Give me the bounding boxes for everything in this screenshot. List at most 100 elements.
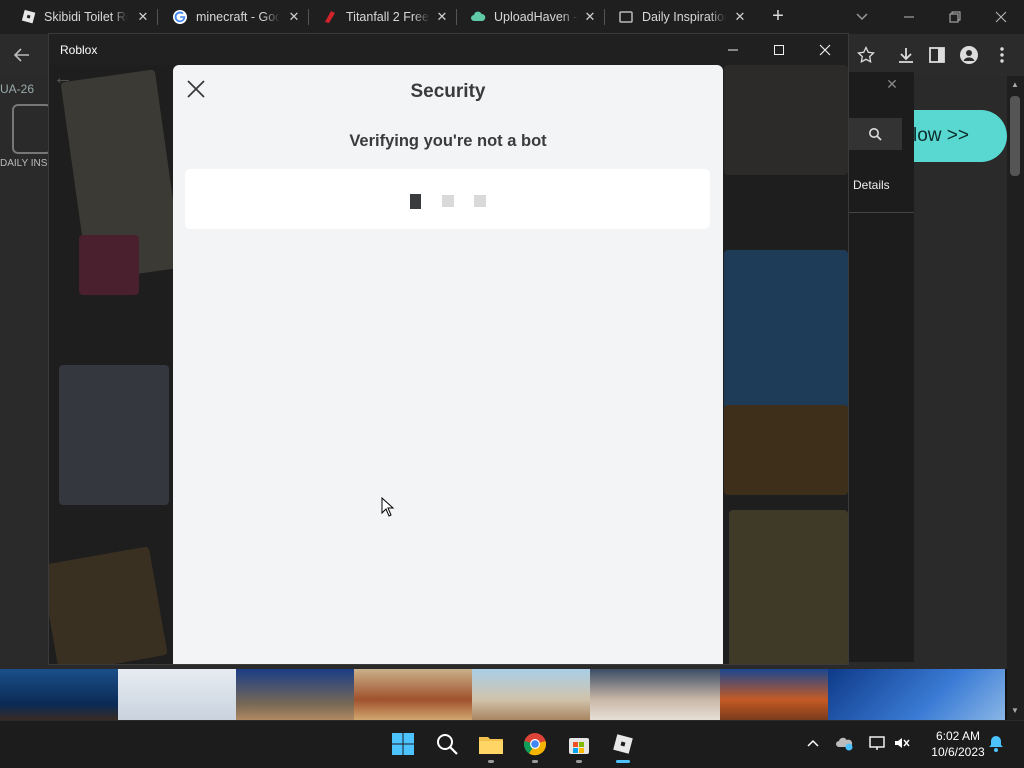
show-hidden-icons-button[interactable]	[804, 734, 822, 752]
folder-icon	[479, 737, 503, 754]
bookmark-button[interactable]	[855, 44, 877, 66]
side-panel-close-icon[interactable]: ✕	[884, 76, 900, 92]
onedrive-icon	[836, 737, 853, 751]
uploadhaven-icon	[471, 11, 486, 21]
tab-label: Daily Inspiration	[642, 10, 726, 24]
roblox-close-button[interactable]	[802, 34, 848, 65]
chevron-down-icon[interactable]	[852, 6, 872, 26]
network-icon	[869, 736, 885, 750]
loading-indicator-dot	[410, 194, 421, 209]
downloads-button[interactable]	[895, 44, 917, 66]
roblox-taskbar-button[interactable]	[610, 731, 636, 757]
divider	[848, 212, 914, 213]
clock-time: 6:02 AM	[935, 729, 981, 743]
side-panel	[848, 72, 914, 662]
scroll-up-icon[interactable]: ▲	[1010, 80, 1020, 90]
tab-label: UploadHaven -	[494, 10, 578, 24]
search-icon	[437, 734, 458, 755]
photo-thumbnail[interactable]	[720, 669, 828, 720]
background-art	[49, 546, 168, 664]
scroll-thumb[interactable]	[1010, 96, 1020, 176]
back-button[interactable]	[11, 44, 33, 66]
page-header-text: UA-26	[0, 82, 35, 96]
browser-tabstrip: Skibidi Toilet Ro ✕ minecraft - Goo ✕ Ti…	[0, 0, 1024, 34]
logo-icon	[12, 104, 52, 154]
volume-muted-icon	[895, 738, 910, 748]
profile-button[interactable]	[958, 44, 980, 66]
onedrive-button[interactable]	[836, 734, 854, 752]
more-vertical-icon	[1000, 47, 1004, 63]
photo-thumbnail[interactable]	[354, 669, 472, 720]
photo-thumbnail[interactable]	[118, 669, 236, 720]
photo-thumbnail[interactable]	[236, 669, 354, 720]
tab-uploadhaven[interactable]: UploadHaven - ✕	[450, 0, 605, 34]
photo-thumbnail[interactable]	[472, 669, 590, 720]
tab-daily-inspiration[interactable]: Daily Inspiration ✕	[598, 0, 754, 34]
photo-thumbnail[interactable]	[0, 669, 118, 720]
close-window-button[interactable]	[978, 0, 1024, 34]
tab-close-icon[interactable]: ✕	[135, 9, 151, 25]
background-art	[79, 235, 139, 295]
arrow-left-icon	[13, 48, 29, 62]
tab-label: minecraft - Goo	[196, 10, 280, 24]
photo-thumbnail[interactable]	[828, 669, 1005, 720]
side-panel-button[interactable]	[926, 44, 948, 66]
roblox-titlebar[interactable]: Roblox	[49, 34, 848, 65]
modal-subtitle: Verifying you're not a bot	[349, 132, 547, 150]
file-explorer-button[interactable]	[478, 731, 504, 757]
background-art	[724, 405, 848, 495]
background-art	[724, 250, 848, 410]
minimize-icon	[904, 16, 914, 18]
photo-thumbnail[interactable]	[590, 669, 720, 720]
profile-icon	[960, 46, 978, 64]
roblox-minimize-button[interactable]	[710, 34, 756, 65]
restore-icon	[949, 11, 961, 23]
menu-button[interactable]	[991, 44, 1013, 66]
window-title: Roblox	[60, 43, 98, 57]
photo-strip	[0, 669, 1007, 720]
clock[interactable]: 6:02 AM 10/6/2023	[918, 728, 998, 760]
store-icon	[569, 738, 589, 754]
cta-button[interactable]: low >>	[905, 110, 1007, 162]
daily-inspiration-icon	[619, 11, 633, 23]
background-art	[59, 365, 169, 505]
chevron-up-icon	[807, 739, 819, 747]
arrow-left-icon[interactable]: ←	[53, 67, 73, 90]
volume-button[interactable]	[893, 734, 911, 752]
tab-close-icon[interactable]: ✕	[286, 9, 302, 25]
loading-indicator-dot	[442, 195, 454, 207]
clock-date: 10/6/2023	[931, 745, 985, 759]
restore-button[interactable]	[932, 0, 978, 34]
start-button[interactable]	[390, 731, 416, 757]
tab-close-icon[interactable]: ✕	[732, 9, 748, 25]
network-button[interactable]	[868, 734, 886, 752]
chrome-button[interactable]	[522, 731, 548, 757]
tab-close-icon[interactable]: ✕	[434, 9, 450, 25]
titanfall-icon	[325, 11, 335, 23]
tab-close-icon[interactable]: ✕	[582, 9, 598, 25]
new-tab-button[interactable]: +	[766, 5, 790, 29]
active-indicator	[616, 760, 630, 763]
windows-icon	[392, 733, 414, 755]
minimize-icon	[728, 49, 738, 50]
roblox-maximize-button[interactable]	[756, 34, 802, 65]
loading-indicator-dot	[474, 195, 486, 207]
close-icon	[995, 11, 1007, 23]
search-button[interactable]	[434, 731, 460, 757]
minimize-button[interactable]	[886, 0, 932, 34]
store-button[interactable]	[566, 731, 592, 757]
details-link[interactable]: Details	[853, 178, 890, 192]
tab-minecraft[interactable]: minecraft - Goo ✕	[152, 0, 309, 34]
tab-titanfall[interactable]: Titanfall 2 Free ✕	[302, 0, 457, 34]
running-indicator	[532, 760, 538, 763]
scroll-down-icon[interactable]: ▼	[1010, 706, 1020, 716]
running-indicator	[488, 760, 494, 763]
tab-label: Skibidi Toilet Ro	[44, 10, 128, 24]
tab-skibidi[interactable]: Skibidi Toilet Ro ✕	[0, 0, 158, 34]
notifications-button[interactable]	[987, 734, 1005, 752]
maximize-icon	[774, 44, 784, 55]
running-indicator	[576, 760, 582, 763]
close-icon	[819, 44, 831, 55]
side-panel-icon	[929, 47, 945, 63]
search-button[interactable]	[848, 118, 902, 150]
